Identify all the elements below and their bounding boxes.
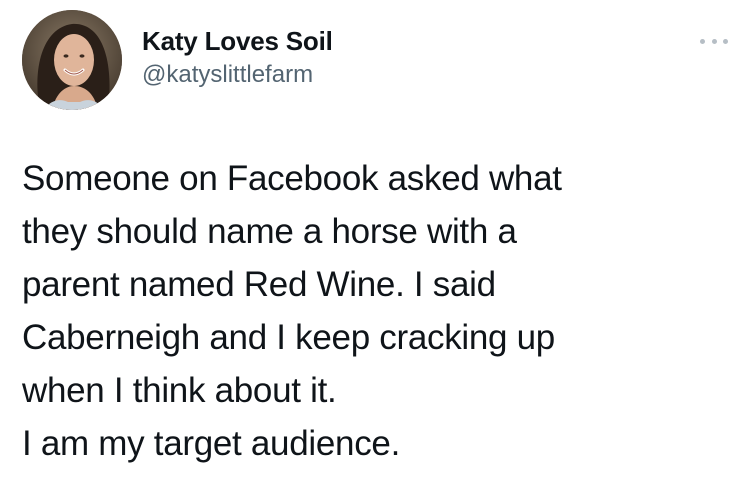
tweet-card: Katy Loves Soil @katyslittlefarm Someone… xyxy=(0,0,750,498)
tweet-text-line: they should name a horse with a xyxy=(22,212,517,251)
profile-photo-icon xyxy=(22,10,122,110)
avatar[interactable] xyxy=(22,10,122,110)
more-options-icon xyxy=(700,38,705,44)
tweet-text-line: I am my target audience. xyxy=(22,424,400,463)
tweet-text-line: Caberneigh and I keep cracking up xyxy=(22,318,555,357)
tweet-text-line: when I think about it. xyxy=(22,371,337,410)
tweet-text: Someone on Facebook asked what they shou… xyxy=(22,152,734,470)
more-options-icon xyxy=(723,38,728,44)
display-name[interactable]: Katy Loves Soil xyxy=(142,26,333,56)
tweet-text-line: Someone on Facebook asked what xyxy=(22,159,562,198)
more-options-button[interactable] xyxy=(700,34,728,48)
more-options-icon xyxy=(711,38,717,44)
user-handle[interactable]: @katyslittlefarm xyxy=(142,60,333,90)
author-block: Katy Loves Soil @katyslittlefarm xyxy=(142,26,333,90)
tweet-text-line: parent named Red Wine. I said xyxy=(22,265,496,304)
